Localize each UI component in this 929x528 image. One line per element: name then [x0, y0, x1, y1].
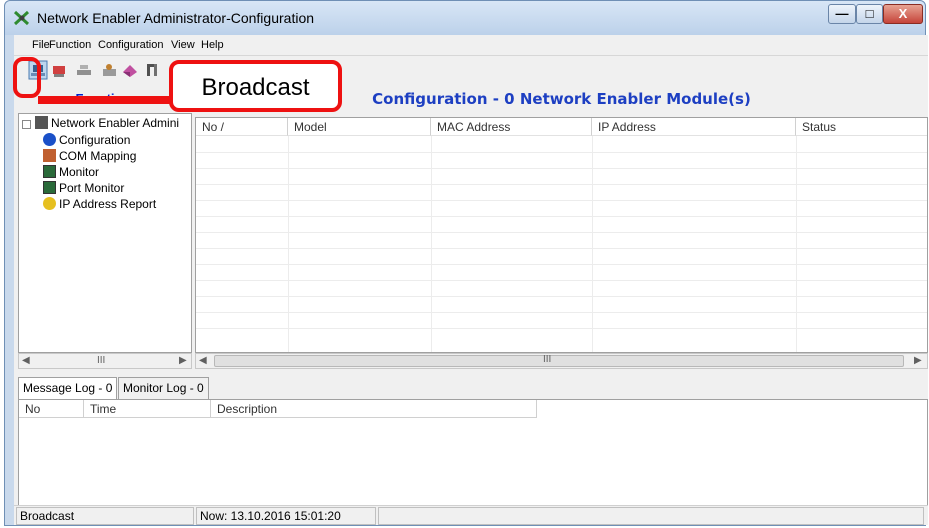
grid-line [196, 264, 927, 265]
grid-line [196, 168, 927, 169]
com-mapping-icon [43, 149, 56, 162]
tab-message-log[interactable]: Message Log - 0 [18, 377, 118, 399]
network-icon[interactable] [74, 60, 94, 80]
log-column-no[interactable]: No [19, 400, 84, 418]
function-tree[interactable]: Network Enabler Admini Configuration COM… [18, 113, 192, 353]
status-time: Now: 13.10.2016 15:01:20 [196, 507, 376, 525]
tree-item-configuration[interactable]: Configuration [43, 132, 131, 148]
network-enabler-app-icon [13, 10, 30, 26]
grid-line [196, 312, 927, 313]
tree-item-label: Port Monitor [59, 181, 125, 195]
export-icon[interactable] [120, 60, 140, 80]
module-table[interactable]: No / Model MAC Address IP Address Status [195, 117, 928, 353]
maximize-button[interactable]: □ [856, 4, 883, 24]
window-title: Network Enabler Administrator-Configurat… [37, 10, 315, 26]
column-header-status[interactable]: Status [796, 118, 927, 136]
message-log-table[interactable]: No Time Description [18, 399, 928, 521]
info-icon [43, 133, 56, 146]
scroll-left-icon[interactable]: ◀ [199, 355, 207, 366]
close-button[interactable]: X [883, 4, 923, 24]
tree-item-port-monitor[interactable]: Port Monitor [43, 180, 124, 196]
menu-file[interactable]: File [32, 39, 50, 51]
title-bar[interactable]: Network Enabler Administrator-Configurat… [5, 1, 925, 35]
monitor-icon [43, 165, 56, 178]
annotation-callout: Broadcast [169, 60, 342, 112]
column-header-mac-address[interactable]: MAC Address [431, 118, 592, 136]
log-column-description[interactable]: Description [211, 400, 537, 418]
collapse-icon[interactable] [22, 120, 31, 129]
scroll-left-icon[interactable]: ◀ [22, 355, 30, 366]
status-bar: Broadcast Now: 13.10.2016 15:01:20 [14, 505, 928, 525]
grid-line [196, 296, 927, 297]
scroll-right-icon[interactable]: ▶ [914, 355, 922, 366]
log-column-time[interactable]: Time [84, 400, 211, 418]
port-monitor-icon [43, 181, 56, 194]
menu-view[interactable]: View [171, 39, 195, 51]
column-header-no[interactable]: No / [196, 118, 288, 136]
tree-root[interactable]: Network Enabler Admini [22, 115, 179, 131]
table-horizontal-scrollbar[interactable]: ◀ III ▶ [195, 353, 928, 369]
status-empty [378, 507, 924, 525]
minimize-icon: — [835, 6, 849, 21]
tree-item-label: COM Mapping [59, 149, 137, 163]
toolbar [14, 55, 928, 83]
tab-monitor-log[interactable]: Monitor Log - 0 [118, 377, 209, 399]
client-area: File Function Configuration View Help Ne… [14, 35, 928, 525]
tree-item-label: IP Address Report [59, 197, 157, 211]
network-enabler-icon [35, 116, 48, 129]
scroll-thumb-grip: III [543, 354, 552, 365]
grid-line [196, 216, 927, 217]
unlock-icon[interactable] [100, 60, 120, 80]
menu-configuration[interactable]: Configuration [98, 39, 163, 51]
grid-line [196, 248, 927, 249]
tree-item-monitor[interactable]: Monitor [43, 164, 99, 180]
tree-item-label: Monitor [59, 165, 100, 179]
tree-item-ip-address-report[interactable]: IP Address Report [43, 196, 156, 212]
tree-item-com-mapping[interactable]: COM Mapping [43, 148, 136, 164]
menu-help[interactable]: Help [201, 39, 224, 51]
grid-line [196, 232, 927, 233]
menu-function[interactable]: Function [49, 39, 91, 51]
search-icon[interactable] [50, 60, 70, 80]
grid-line [196, 328, 927, 329]
status-message: Broadcast [16, 507, 194, 525]
menu-bar: File Function Configuration View Help [14, 35, 928, 55]
column-header-model[interactable]: Model [288, 118, 431, 136]
tree-horizontal-scrollbar[interactable]: ◀ III ▶ [18, 353, 192, 369]
settings-icon[interactable] [142, 60, 162, 80]
tree-root-label: Network Enabler Admini [51, 116, 180, 130]
minimize-button[interactable]: — [828, 4, 856, 24]
maximize-icon: □ [865, 6, 874, 21]
grid-line [196, 152, 927, 153]
annotation-connector [38, 96, 173, 104]
app-window: Network Enabler Administrator-Configurat… [4, 0, 928, 526]
column-header-ip-address[interactable]: IP Address [592, 118, 796, 136]
tree-item-label: Configuration [59, 133, 131, 147]
close-icon: X [898, 6, 908, 21]
lightbulb-icon [43, 197, 56, 210]
annotation-highlight [13, 57, 41, 98]
scroll-thumb[interactable]: III [97, 355, 105, 366]
annotation-label: Broadcast [201, 74, 310, 101]
scroll-right-icon[interactable]: ▶ [179, 355, 187, 366]
grid-line [196, 200, 927, 201]
grid-line [196, 280, 927, 281]
scroll-thumb[interactable]: III [214, 354, 904, 367]
grid-line [196, 184, 927, 185]
